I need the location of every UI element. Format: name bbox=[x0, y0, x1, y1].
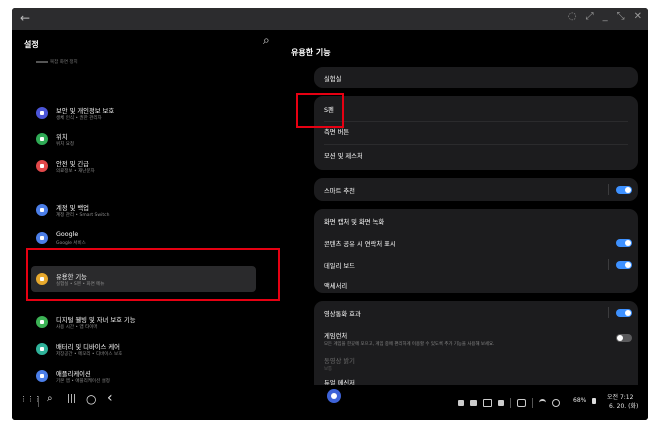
advanced-features-panel: 유용한 기능 실험실 S펜 측면 버튼 모션 및 제스처 스마트 추천 화면 캡… bbox=[288, 30, 648, 387]
share-contacts-toggle[interactable] bbox=[616, 239, 632, 247]
location-pin-icon bbox=[36, 133, 48, 145]
item-label: 배터리 및 디바이스 케어 bbox=[56, 344, 120, 351]
lab-item[interactable]: 실험실 bbox=[324, 74, 341, 83]
expand-icon[interactable]: ⤡ bbox=[617, 11, 625, 22]
item-label: 디지털 웰빙 및 자녀 보호 기능 bbox=[56, 317, 136, 324]
settings-list-panel: 설정 ⌕ 복잡 화면 정지 보안 및 개인정보 보호 생체 인식 • 권한 관리… bbox=[12, 30, 288, 385]
settings-app-icon[interactable] bbox=[327, 389, 341, 403]
back-arrow-icon[interactable]: ← bbox=[20, 11, 30, 25]
wifi-icon bbox=[539, 399, 546, 407]
item-subtitle: 저장공간 • 메모리 • 디바이스 보호 bbox=[56, 352, 123, 357]
settings-title: 설정 bbox=[24, 40, 39, 49]
status-icons bbox=[458, 398, 560, 408]
item-subtitle: 생체 인식 • 권한 관리자 bbox=[56, 116, 102, 121]
game-launcher-item[interactable]: 게임런처 bbox=[324, 331, 347, 340]
battery-care-icon bbox=[36, 343, 48, 355]
google-icon bbox=[36, 232, 48, 244]
back-icon[interactable]: ‹ bbox=[107, 390, 113, 406]
screenshot-icon bbox=[483, 399, 492, 407]
home-icon[interactable]: ○ bbox=[86, 392, 96, 406]
item-label: 계정 및 백업 bbox=[56, 205, 89, 212]
divider bbox=[608, 259, 609, 270]
dnd-icon bbox=[552, 399, 560, 407]
partial-item-text: 복잡 화면 정지 bbox=[50, 60, 78, 65]
window-controls: ◌ ⤢ _ ⤡ ✕ bbox=[568, 11, 642, 22]
card-lab: 실험실 bbox=[314, 67, 638, 88]
card-smart-suggest: 스마트 추천 bbox=[314, 178, 638, 201]
device-screen: ← ◌ ⤢ _ ⤡ ✕ 설정 ⌕ 복잡 화면 정지 보안 및 개인정보 보호 생… bbox=[12, 8, 648, 420]
item-subtitle: 계정 관리 • Smart Switch bbox=[56, 213, 110, 218]
side-button-item[interactable]: 측면 버튼 bbox=[324, 127, 349, 136]
divider bbox=[510, 398, 511, 408]
minimize-icon[interactable]: _ bbox=[603, 11, 608, 22]
game-launcher-toggle[interactable] bbox=[616, 334, 632, 342]
window-title-bar: ← ◌ ⤢ _ ⤡ ✕ bbox=[12, 8, 648, 30]
partial-item-icon bbox=[36, 61, 48, 63]
gear-icon bbox=[331, 393, 337, 399]
item-label: 애플리케이션 bbox=[56, 371, 91, 378]
divider bbox=[608, 307, 609, 318]
divider bbox=[38, 396, 39, 407]
navigation-bar: ⋮⋮⋮ ⌕ ||| ○ ‹ 68% 오전 7:12 6. 20. (화) bbox=[12, 385, 648, 420]
item-label: 안전 및 긴급 bbox=[56, 161, 89, 168]
daily-board-toggle[interactable] bbox=[616, 261, 632, 269]
video-brightness-item: 동영상 밝기 bbox=[324, 358, 355, 365]
smart-suggest-item[interactable]: 스마트 추천 bbox=[324, 186, 355, 195]
item-subtitle: 의료정보 • 재난문자 bbox=[56, 169, 95, 174]
divider bbox=[532, 398, 533, 408]
divider bbox=[608, 184, 609, 195]
shield-icon bbox=[36, 107, 48, 119]
apps-grid-icon bbox=[36, 370, 48, 382]
recent-apps-icon[interactable]: ||| bbox=[67, 394, 76, 404]
card-screen-group: 화면 캡처 및 화면 녹화 콘텐츠 공유 시 연락처 표시 데일리 보드 액세서… bbox=[314, 209, 638, 293]
item-subtitle: 기본 앱 • 애플리케이션 설정 bbox=[56, 379, 110, 384]
close-icon[interactable]: ✕ bbox=[634, 11, 642, 22]
panel-title: 유용한 기능 bbox=[291, 48, 331, 57]
annotation-highlight-spen bbox=[296, 93, 344, 128]
item-label: 보안 및 개인정보 보호 bbox=[56, 108, 115, 115]
wellbeing-icon bbox=[36, 316, 48, 328]
search-icon[interactable]: ⌕ bbox=[47, 393, 53, 404]
rotate-icon[interactable]: ◌ bbox=[568, 11, 577, 22]
card-spen-group: S펜 측면 버튼 모션 및 제스처 bbox=[314, 96, 638, 170]
video-call-effects-toggle[interactable] bbox=[616, 309, 632, 317]
motions-gestures-item[interactable]: 모션 및 제스처 bbox=[324, 151, 363, 160]
message-icon bbox=[470, 400, 477, 406]
search-icon[interactable]: ⌕ bbox=[263, 33, 270, 48]
divider bbox=[324, 121, 628, 122]
item-label: 위치 bbox=[56, 134, 68, 141]
battery-percentage: 68% bbox=[573, 397, 587, 404]
mute-icon bbox=[498, 400, 504, 406]
smart-suggest-toggle[interactable] bbox=[616, 186, 632, 194]
divider bbox=[324, 144, 628, 145]
emergency-icon bbox=[36, 160, 48, 172]
item-label: Google bbox=[56, 231, 79, 238]
screen-capture-item[interactable]: 화면 캡처 및 화면 녹화 bbox=[324, 217, 384, 226]
video-brightness-value: 보통 bbox=[324, 367, 333, 372]
sync-icon bbox=[36, 204, 48, 216]
battery-icon bbox=[592, 398, 596, 404]
share-contacts-item[interactable]: 콘텐츠 공유 시 연락처 표시 bbox=[324, 239, 396, 248]
item-subtitle: Google 서비스 bbox=[56, 241, 86, 246]
video-call-effects-item[interactable]: 영상통화 효과 bbox=[324, 309, 361, 318]
clock-time: 오전 7:12 bbox=[607, 394, 634, 401]
notification-icon bbox=[458, 400, 464, 406]
annotation-highlight-advanced-features bbox=[26, 248, 280, 301]
card-media-group: 영상통화 효과 게임런처 모든 게임을 한곳에 모으고, 게임 중에 편리하게 … bbox=[314, 301, 638, 387]
pin-icon[interactable]: ⤢ bbox=[586, 11, 594, 22]
clock-date: 6. 20. (화) bbox=[609, 403, 639, 410]
screen-share-icon bbox=[517, 399, 526, 407]
accessories-item[interactable]: 액세서리 bbox=[324, 281, 347, 290]
daily-board-item[interactable]: 데일리 보드 bbox=[324, 261, 355, 270]
game-launcher-description: 모든 게임을 한곳에 모으고, 게임 중에 편리하게 이용할 수 있도록 추가 … bbox=[324, 342, 495, 347]
item-subtitle: 사용 시간 • 앱 타이머 bbox=[56, 325, 98, 330]
item-subtitle: 위치 요청 bbox=[56, 142, 74, 147]
